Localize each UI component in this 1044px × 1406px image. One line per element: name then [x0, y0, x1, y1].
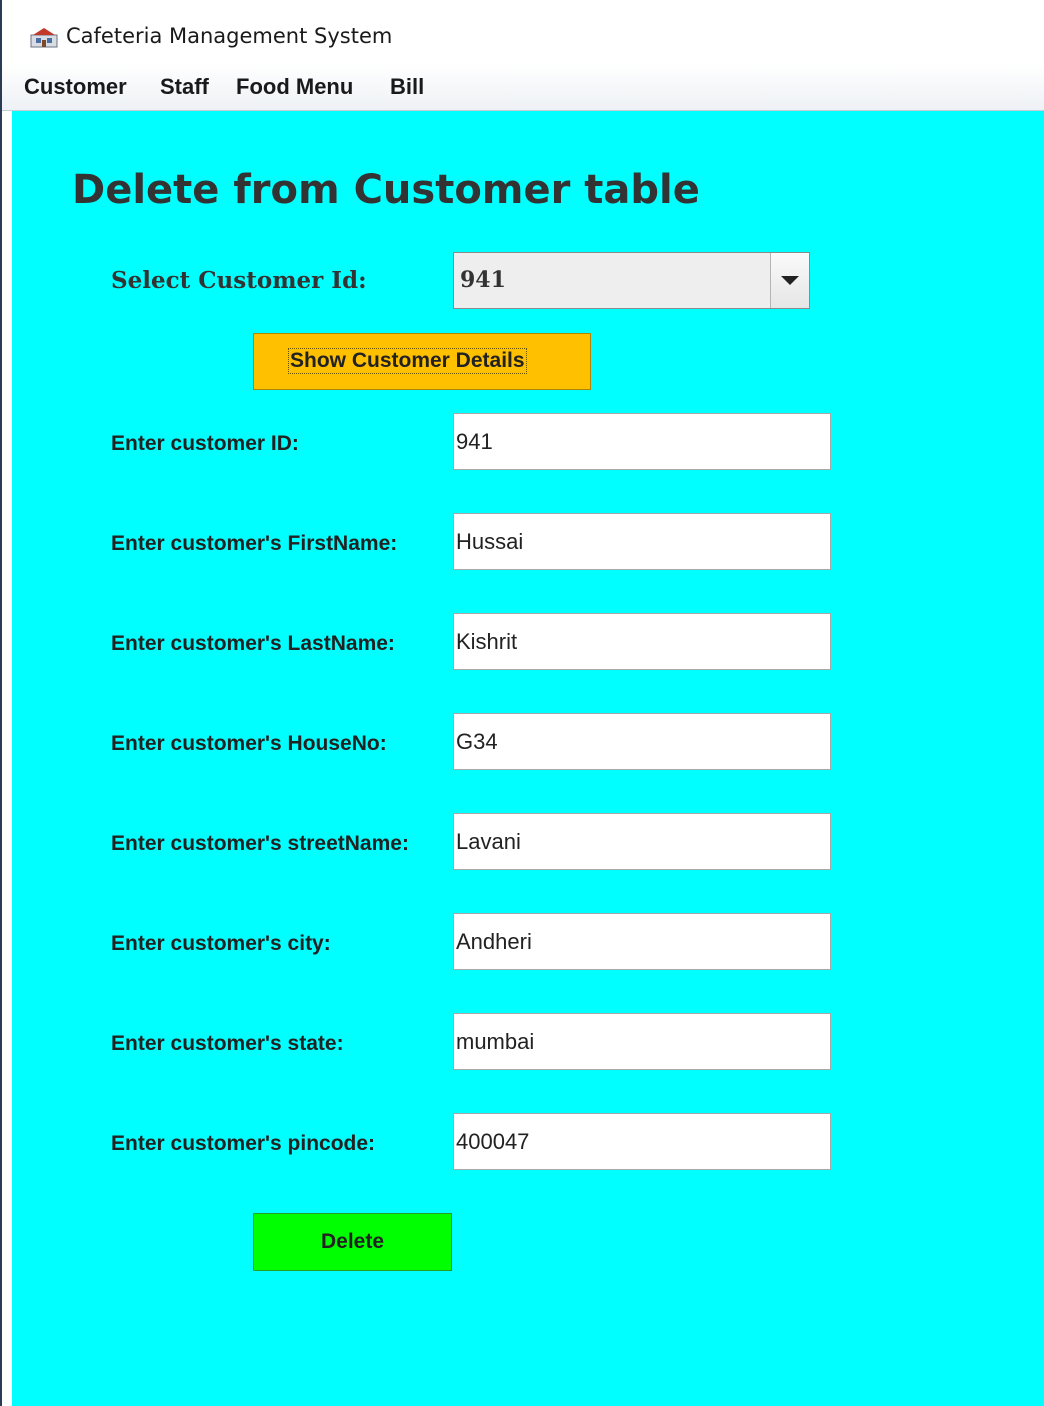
pincode-label: Enter customer's pincode:	[111, 1132, 376, 1155]
delete-button[interactable]: Delete	[253, 1213, 452, 1271]
dropdown-button[interactable]	[770, 253, 809, 308]
menu-food-menu[interactable]: Food Menu	[236, 74, 353, 100]
first-name-label: Enter customer's FirstName:	[111, 532, 398, 555]
window-edge	[0, 0, 2, 1406]
state-input[interactable]	[453, 1013, 831, 1070]
app-logo-icon	[30, 28, 58, 48]
customer-id-input[interactable]	[453, 413, 831, 470]
page-title: Delete from Customer table	[72, 167, 700, 213]
chevron-down-icon	[781, 276, 799, 285]
menu-bill[interactable]: Bill	[390, 74, 424, 100]
street-name-label: Enter customer's streetName:	[111, 832, 409, 855]
house-no-input[interactable]	[453, 713, 831, 770]
menu-staff[interactable]: Staff	[160, 74, 209, 100]
show-customer-details-label: Show Customer Details	[288, 348, 527, 374]
content-panel: Delete from Customer table Select Custom…	[12, 111, 1044, 1406]
menu-bar: Customer Staff Food Menu Bill	[2, 64, 1044, 111]
show-customer-details-button[interactable]: Show Customer Details	[253, 333, 591, 390]
window-title: Cafeteria Management System	[66, 24, 393, 48]
menu-customer[interactable]: Customer	[24, 74, 127, 100]
first-name-input[interactable]	[453, 513, 831, 570]
title-bar: Cafeteria Management System	[2, 12, 1044, 64]
house-no-label: Enter customer's HouseNo:	[111, 732, 387, 755]
state-label: Enter customer's state:	[111, 1032, 344, 1055]
select-customer-id-label: Select Customer Id:	[111, 267, 367, 294]
customer-id-dropdown-value: 941	[460, 267, 506, 293]
last-name-input[interactable]	[453, 613, 831, 670]
pincode-input[interactable]	[453, 1113, 831, 1170]
last-name-label: Enter customer's LastName:	[111, 632, 395, 655]
street-name-input[interactable]	[453, 813, 831, 870]
city-input[interactable]	[453, 913, 831, 970]
app-window: Cafeteria Management System Customer Sta…	[0, 0, 1044, 1406]
city-label: Enter customer's city:	[111, 932, 331, 955]
customer-id-label: Enter customer ID:	[111, 432, 299, 455]
customer-id-dropdown[interactable]: 941	[453, 252, 810, 309]
